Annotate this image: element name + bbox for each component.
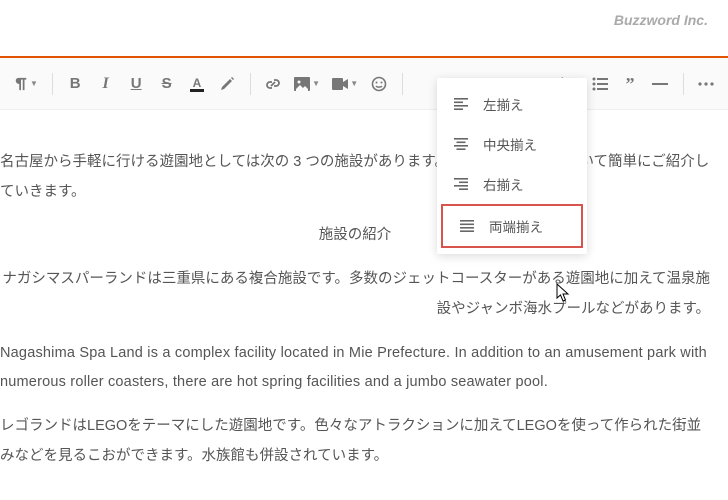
paragraph: レゴランドはLEGOをテーマにした遊園地です。色々なアトラクションに加えてLEG…	[0, 412, 710, 471]
pilcrow-icon	[14, 77, 28, 91]
strikethrough-button[interactable]: S	[152, 66, 180, 102]
toolbar-separator	[402, 73, 403, 95]
paragraph: Nagashima Spa Land is a complex facility…	[0, 339, 710, 398]
italic-icon: I	[103, 75, 109, 93]
bold-button[interactable]: B	[61, 66, 89, 102]
svg-text:A: A	[193, 76, 202, 90]
text-color-button[interactable]: A	[183, 66, 211, 102]
brand-label: Buzzword Inc.	[614, 12, 708, 28]
italic-button[interactable]: I	[91, 66, 119, 102]
video-icon	[332, 78, 348, 90]
underline-icon: U	[131, 75, 142, 92]
link-icon	[265, 76, 281, 92]
link-button[interactable]	[259, 66, 287, 102]
paragraph-style-button[interactable]: ▼	[8, 66, 44, 102]
quote-icon: ”	[625, 79, 634, 89]
more-icon	[698, 82, 714, 86]
unordered-list-button[interactable]	[585, 66, 613, 102]
dropdown-item-label: 左揃え	[483, 94, 524, 114]
dropdown-item-label: 両端揃え	[489, 216, 543, 236]
align-justify-icon	[459, 220, 475, 232]
highlight-button[interactable]	[213, 66, 241, 102]
emoji-button[interactable]	[365, 66, 393, 102]
smile-icon	[371, 76, 387, 92]
align-center-icon	[453, 138, 469, 150]
align-left-icon	[453, 98, 469, 110]
marker-icon	[219, 76, 235, 92]
dropdown-item-label: 右揃え	[483, 174, 524, 194]
editor-content[interactable]: 名古屋から手軽に行ける遊園地としては次の 3 つの施設があります。それぞれの施設…	[0, 148, 716, 485]
align-center-item[interactable]: 中央揃え	[437, 124, 587, 164]
more-button[interactable]	[692, 66, 720, 102]
dropdown-item-label: 中央揃え	[483, 134, 537, 154]
toolbar-separator	[52, 73, 53, 95]
chevron-down-icon: ▼	[350, 79, 358, 88]
image-icon	[294, 77, 310, 91]
section-heading: 施設の紹介	[0, 221, 710, 251]
text-color-icon: A	[188, 75, 206, 93]
align-right-item[interactable]: 右揃え	[437, 164, 587, 204]
alignment-dropdown: 左揃え 中央揃え 右揃え 両端揃え	[437, 78, 587, 254]
align-right-icon	[453, 178, 469, 190]
bold-icon: B	[70, 75, 81, 92]
image-button[interactable]: ▼	[289, 66, 325, 102]
chevron-down-icon: ▼	[30, 79, 38, 88]
paragraph: 名古屋から手軽に行ける遊園地としては次の 3 つの施設があります。それぞれの施設…	[0, 148, 710, 207]
align-justify-item[interactable]: 両端揃え	[441, 204, 583, 248]
editor-toolbar: ▼ B I U S A ▼ ▼ 123 ”	[0, 58, 728, 110]
hr-button[interactable]	[646, 66, 674, 102]
toolbar-separator	[683, 73, 684, 95]
chevron-down-icon: ▼	[312, 79, 320, 88]
strikethrough-icon: S	[162, 75, 172, 92]
video-button[interactable]: ▼	[327, 66, 363, 102]
hr-icon	[652, 77, 668, 91]
paragraph: ナガシマスパーランドは三重県にある複合施設です。多数のジェットコースターがある遊…	[0, 265, 710, 324]
toolbar-separator	[250, 73, 251, 95]
underline-button[interactable]: U	[122, 66, 150, 102]
align-left-item[interactable]: 左揃え	[437, 84, 587, 124]
blockquote-button[interactable]: ”	[616, 66, 644, 102]
list-ul-icon	[592, 77, 608, 91]
